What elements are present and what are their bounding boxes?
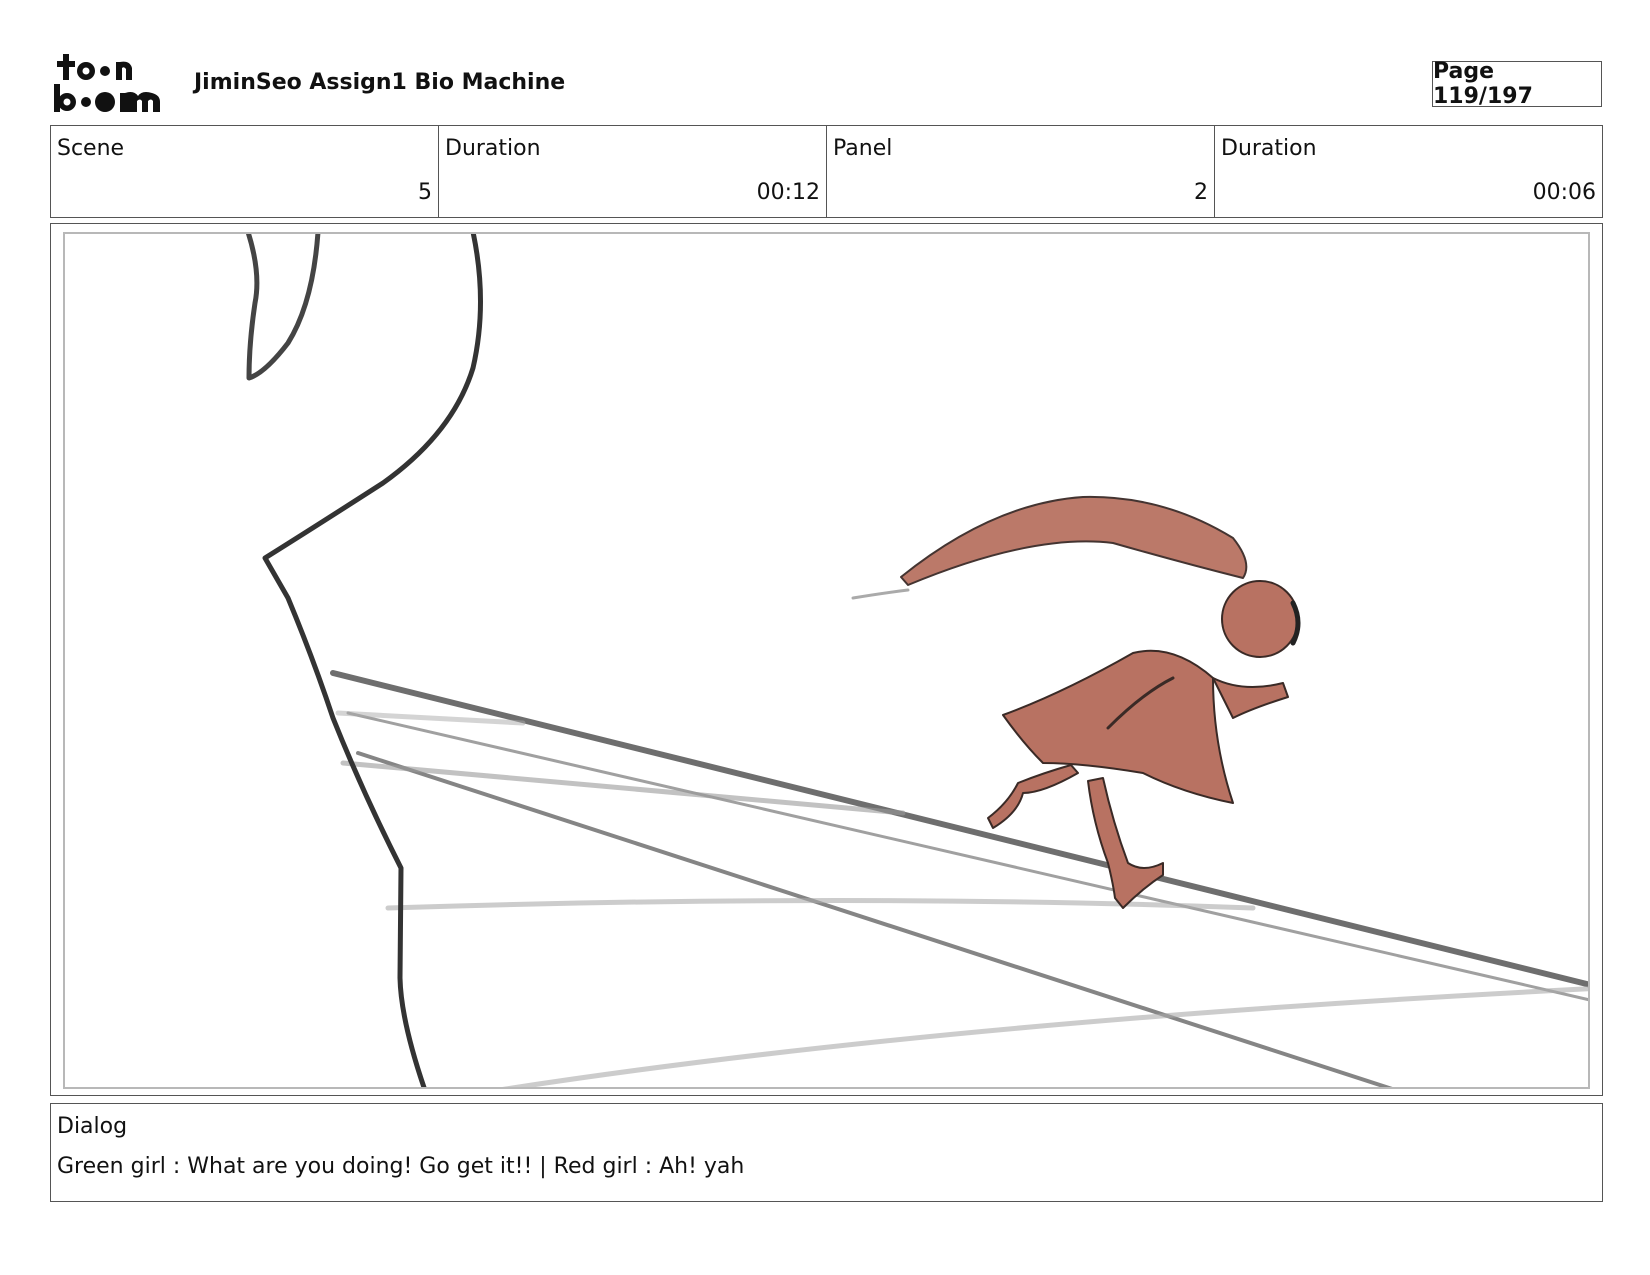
- scene-duration-label: Duration: [445, 136, 541, 161]
- panel-duration-cell: Duration 00:06: [1215, 126, 1602, 217]
- perspective-line: [330, 670, 1588, 988]
- foreground-figure-outline: [262, 234, 483, 1087]
- perspective-line: [502, 986, 1588, 1087]
- scene-duration-cell: Duration 00:12: [439, 126, 827, 217]
- toon-boom-logo: [54, 54, 160, 112]
- perspective-line: [346, 711, 1588, 1002]
- running-character: [900, 495, 1301, 909]
- hair-streak: [851, 588, 910, 600]
- panel-value: 2: [1194, 180, 1208, 205]
- storyboard-panel: [50, 223, 1603, 1096]
- project-title: JiminSeo Assign1 Bio Machine: [194, 70, 566, 95]
- panel-label: Panel: [833, 136, 893, 161]
- perspective-line: [340, 760, 906, 816]
- panel-sketch: [245, 234, 1588, 1087]
- scene-label: Scene: [57, 136, 125, 161]
- panel-drawing-area: [63, 232, 1590, 1089]
- scene-cell: Scene 5: [51, 126, 439, 217]
- panel-duration-label: Duration: [1221, 136, 1317, 161]
- panel-cell: Panel 2: [827, 126, 1215, 217]
- page-indicator: Page 119/197: [1432, 59, 1602, 109]
- dialog-text: Green girl : What are you doing! Go get …: [57, 1154, 745, 1179]
- scene-value: 5: [418, 180, 432, 205]
- scene-info-table: Scene 5 Duration 00:12 Panel 2 Duration …: [50, 125, 1603, 218]
- panel-duration-value: 00:06: [1532, 180, 1596, 205]
- foreground-figure-outline: [245, 234, 321, 381]
- dialog-box: Dialog Green girl : What are you doing! …: [50, 1103, 1603, 1202]
- scene-duration-value: 00:12: [756, 180, 820, 205]
- dialog-label: Dialog: [57, 1114, 128, 1139]
- perspective-line: [356, 751, 1393, 1087]
